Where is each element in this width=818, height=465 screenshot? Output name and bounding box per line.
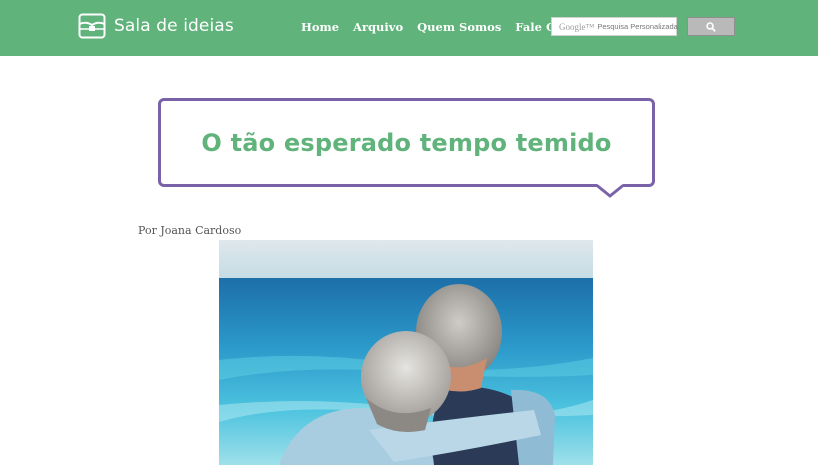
- elderly-couple-beach-photo: [219, 240, 593, 465]
- nav-quem-somos[interactable]: Quem Somos: [417, 20, 501, 34]
- search-placeholder: Pesquisa Personalizada: [597, 22, 678, 31]
- site-header: Sala de ideias Home Arquivo Quem Somos F…: [0, 0, 818, 56]
- treasure-chest-icon: [78, 13, 106, 39]
- search-icon: [706, 21, 716, 32]
- article-photo: [219, 240, 593, 465]
- nav-arquivo[interactable]: Arquivo: [353, 20, 403, 34]
- bubble-tail: [597, 184, 623, 198]
- google-brand: Google™: [559, 21, 595, 32]
- nav-home[interactable]: Home: [301, 20, 339, 34]
- page-title: O tão esperado tempo temido: [201, 128, 612, 157]
- article-byline: Por Joana Cardoso: [138, 224, 242, 237]
- title-bubble: O tão esperado tempo temido: [158, 98, 655, 187]
- search-button[interactable]: [687, 17, 735, 36]
- site-logo[interactable]: Sala de ideias: [78, 13, 234, 39]
- search-input[interactable]: Google™ Pesquisa Personalizada: [551, 17, 678, 36]
- site-name: Sala de ideias: [114, 16, 234, 36]
